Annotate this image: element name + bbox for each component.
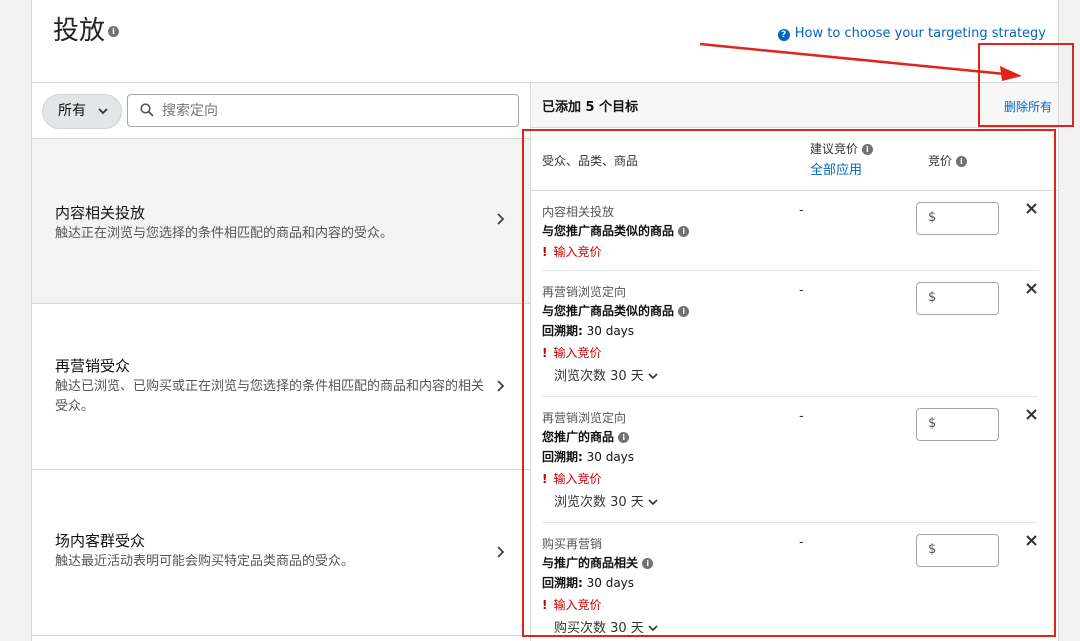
annotation-arrow xyxy=(699,42,1022,81)
